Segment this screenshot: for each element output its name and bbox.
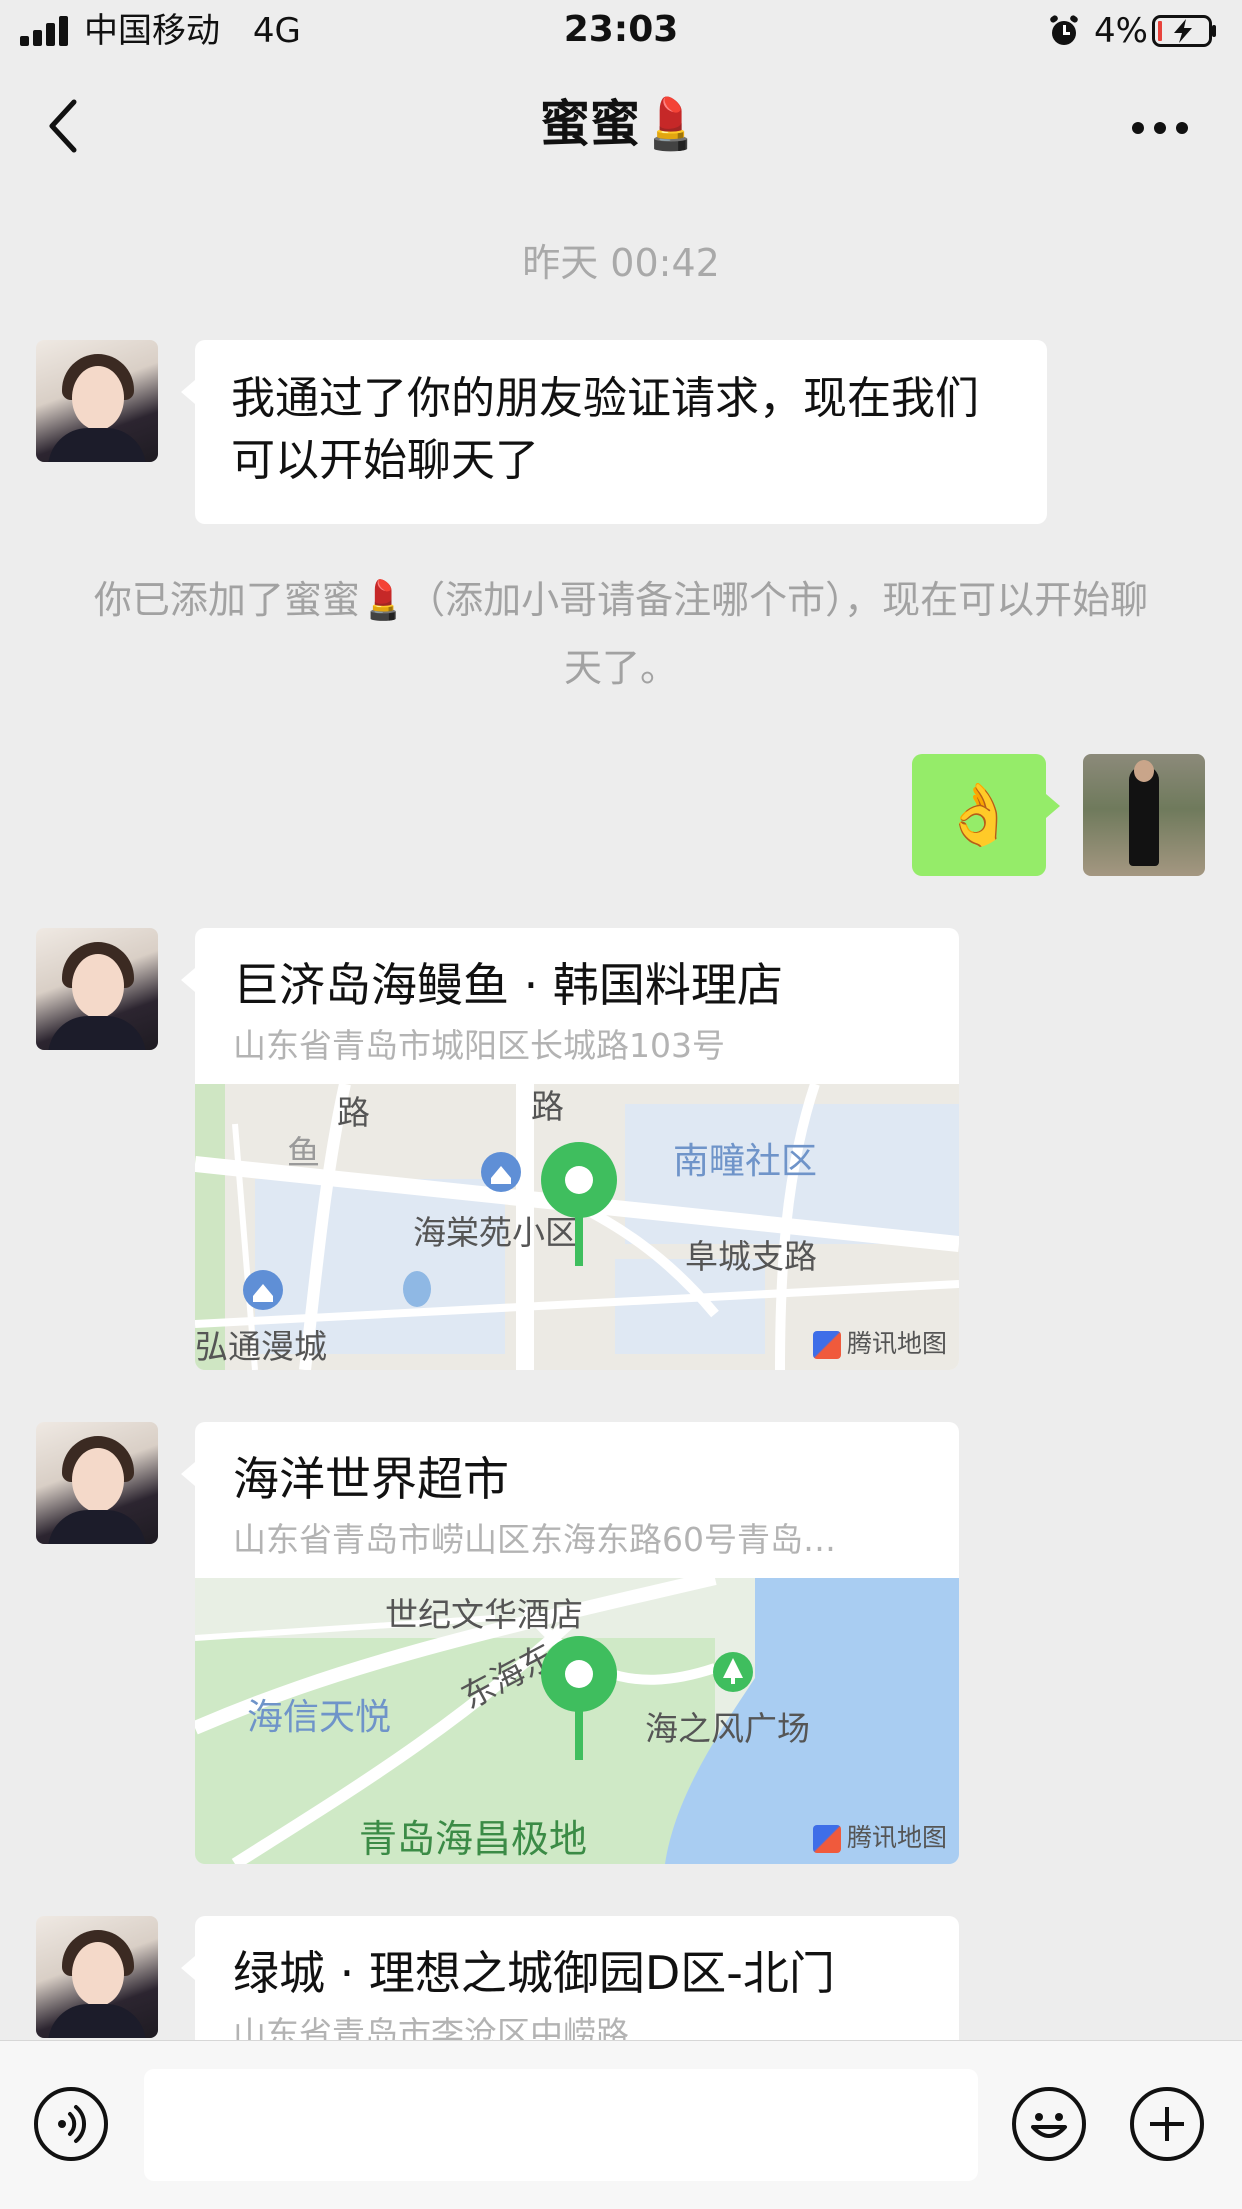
input-toolbar — [0, 2040, 1242, 2209]
map-label: 弘通漫城 — [195, 1327, 327, 1366]
location-name: 海洋世界超市 — [233, 1452, 509, 1506]
more-dots-icon[interactable] — [1130, 112, 1190, 142]
system-notice: 你已添加了蜜蜜💄（添加小哥请备注哪个市），现在可以开始聊天了。 — [93, 578, 1149, 690]
avatar[interactable] — [36, 340, 158, 462]
map-preview[interactable]: 世纪文华酒店 海信天悦 东海东 海之风广场 青岛海昌极地 腾讯地图 — [195, 1578, 959, 1864]
voice-icon[interactable] — [34, 2087, 108, 2161]
map-brand: 腾讯地图 — [812, 1324, 947, 1360]
nav-bar: 蜜蜜💄 — [0, 62, 1242, 192]
location-card[interactable]: 海洋世界超市 山东省青岛市崂山区东海东路60号青岛… 世纪文华酒店 海信天悦 东… — [195, 1422, 959, 1864]
message-text: 我通过了你的朋友验证请求，现在我们可以开始聊天了 — [231, 373, 979, 486]
message-bubble[interactable]: 我通过了你的朋友验证请求，现在我们可以开始聊天了 — [181, 340, 1047, 524]
status-bar: 中国移动 4G 23:03 4% — [0, 0, 1242, 62]
map-label: 南疃社区 — [673, 1141, 818, 1182]
avatar[interactable] — [36, 1916, 158, 2038]
chat-timestamp: 昨天 00:42 — [522, 241, 720, 285]
map-preview[interactable]: 路 路 南疃社区 海棠苑小区 阜城支路 弘通漫城 鱼 腾讯地图 — [195, 1084, 959, 1370]
my-avatar[interactable] — [1083, 754, 1205, 876]
map-label: 世纪文华酒店 — [385, 1595, 583, 1634]
battery-percent: 4% — [1094, 11, 1148, 51]
my-message-bubble[interactable]: 👌 — [912, 754, 1060, 876]
location-name: 绿城 · 理想之城御园D区-北门 — [233, 1946, 835, 2000]
location-address: 山东省青岛市城阳区长城路103号 — [233, 1026, 725, 1065]
avatar[interactable] — [36, 1422, 158, 1544]
message-input[interactable] — [144, 2069, 978, 2181]
add-icon[interactable] — [1130, 2087, 1204, 2161]
map-brand: 腾讯地图 — [812, 1818, 947, 1854]
map-pin-icon — [541, 1142, 617, 1266]
map-label: 阜城支路 — [685, 1237, 817, 1276]
location-card[interactable]: 巨济岛海鳗鱼 · 韩国料理店 山东省青岛市城阳区长城路103号 路 路 南疃社区… — [195, 928, 959, 1370]
battery-icon — [1152, 15, 1216, 47]
avatar[interactable] — [36, 928, 158, 1050]
map-label: 海之风广场 — [645, 1709, 810, 1748]
map-label: 海信天悦 — [247, 1697, 392, 1738]
map-label: 路 — [337, 1093, 370, 1132]
emoji-message: 👌 — [941, 780, 1017, 850]
location-address: 山东省青岛市崂山区东海东路60号青岛… — [233, 1520, 836, 1559]
alarm-icon — [1050, 15, 1078, 45]
map-label: 青岛海昌极地 — [359, 1817, 588, 1861]
chat-title: 蜜蜜💄 — [539, 95, 703, 153]
emoji-icon[interactable] — [1012, 2087, 1086, 2161]
tencent-map-icon — [812, 1331, 841, 1359]
tencent-map-icon — [812, 1825, 841, 1853]
map-label: 路 — [531, 1087, 564, 1126]
location-name: 巨济岛海鳗鱼 · 韩国料理店 — [233, 958, 783, 1012]
map-pin-icon — [541, 1636, 617, 1760]
map-label: 鱼 — [287, 1133, 320, 1172]
